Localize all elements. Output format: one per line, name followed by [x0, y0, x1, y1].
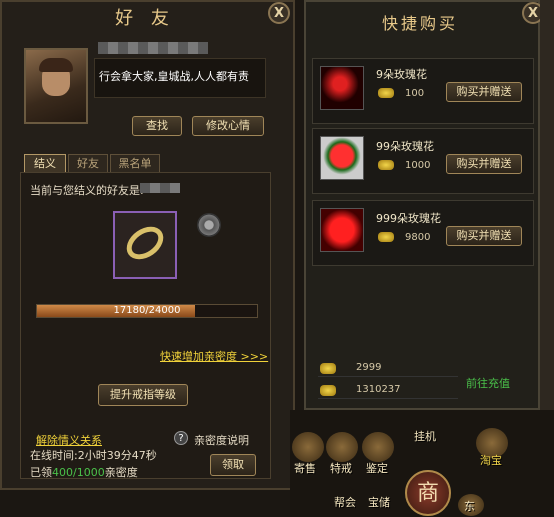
claimed-intimacy: 已领400/1000亲密度: [30, 464, 138, 480]
buy-and-gift-button[interactable]: 购买并赠送: [446, 82, 522, 102]
recharge-link[interactable]: 前往充值: [466, 375, 510, 391]
upgrade-ring-button[interactable]: 提升戒指等级: [98, 384, 188, 406]
online-time-label: 在线时间:2小时39分47秒: [30, 449, 157, 462]
player-name-redacted: [98, 42, 208, 54]
gold-ingot-icon: [320, 363, 336, 374]
rose-heart-icon: [320, 208, 364, 252]
tab-sworn[interactable]: 结义: [24, 154, 66, 174]
buy-and-gift-button[interactable]: 购买并赠送: [446, 226, 522, 246]
special-ring-label: 特戒: [330, 462, 352, 475]
help-icon[interactable]: ?: [174, 431, 188, 445]
quick-buy-title: 快捷购买: [381, 14, 458, 33]
consign-label: 寄售: [294, 462, 316, 475]
gold-balance-row: 2999: [318, 362, 458, 377]
gear-icon[interactable]: [197, 213, 221, 237]
intimacy-progress-bar: 17180/24000: [36, 304, 258, 318]
claim-button[interactable]: 领取: [210, 454, 256, 476]
tab-blacklist[interactable]: 黑名单: [110, 154, 160, 174]
claimed-prefix: 已领: [30, 466, 52, 479]
treasure-label: 淘宝: [480, 454, 502, 467]
buy-and-gift-button[interactable]: 购买并赠送: [446, 154, 522, 174]
gold-icon: [378, 88, 394, 98]
gold-icon: [378, 160, 394, 170]
friend-close-button[interactable]: X: [268, 2, 290, 24]
hang-up-button[interactable]: 挂机: [414, 428, 436, 444]
friend-panel-title: 好 友: [115, 8, 175, 29]
rose-icon: [320, 66, 364, 110]
shop-item-price: 100: [405, 88, 425, 99]
shop-item-price: 1000: [405, 160, 431, 171]
dissolve-link[interactable]: 解除情义关系: [36, 432, 102, 448]
shop-item-name: 999朵玫瑰花: [376, 212, 441, 225]
identify-icon[interactable]: [362, 432, 394, 462]
ring-slot[interactable]: [113, 211, 177, 279]
claimed-suffix: 亲密度: [104, 466, 138, 479]
gold-icon: [378, 232, 394, 242]
special-ring-icon[interactable]: [326, 432, 358, 462]
corner-label: 东: [464, 500, 475, 513]
shop-button[interactable]: 商: [405, 470, 451, 516]
sworn-friend-label: 当前与您结义的好友是:: [30, 184, 144, 197]
guild-label[interactable]: 帮会: [334, 494, 356, 510]
sworn-friend-name-redacted: [140, 183, 180, 193]
bound-gold-icon: [320, 385, 336, 396]
shop-item-name: 99朵玫瑰花: [376, 140, 434, 153]
rose-bouquet-icon: [320, 136, 364, 180]
bound-gold-balance-row: 1310237: [318, 384, 458, 399]
consign-icon[interactable]: [292, 432, 324, 462]
shop-item-price: 9800: [405, 232, 431, 243]
bound-gold-balance: 1310237: [356, 384, 401, 395]
intimacy-help-label: 亲密度说明: [194, 434, 249, 447]
ring-icon: [120, 220, 170, 266]
quick-intimacy-link[interactable]: 快速增加亲密度 >>>: [160, 348, 268, 364]
scroll-edge: [540, 0, 554, 410]
avatar: [24, 48, 88, 124]
intimacy-progress-text: 17180/24000: [113, 305, 181, 316]
mood-text: 行会拿大家,皇城战,人人都有责: [94, 58, 266, 98]
shop-item-name: 9朵玫瑰花: [376, 68, 427, 81]
storage-label[interactable]: 宝储: [368, 494, 390, 510]
search-button[interactable]: 查找: [132, 116, 182, 136]
gold-balance: 2999: [356, 362, 382, 373]
claimed-value: 400/1000: [52, 466, 105, 479]
edit-mood-button[interactable]: 修改心情: [192, 116, 264, 136]
identify-label: 鉴定: [366, 462, 388, 475]
avatar-hair: [39, 58, 73, 72]
tab-friends[interactable]: 好友: [68, 154, 108, 174]
